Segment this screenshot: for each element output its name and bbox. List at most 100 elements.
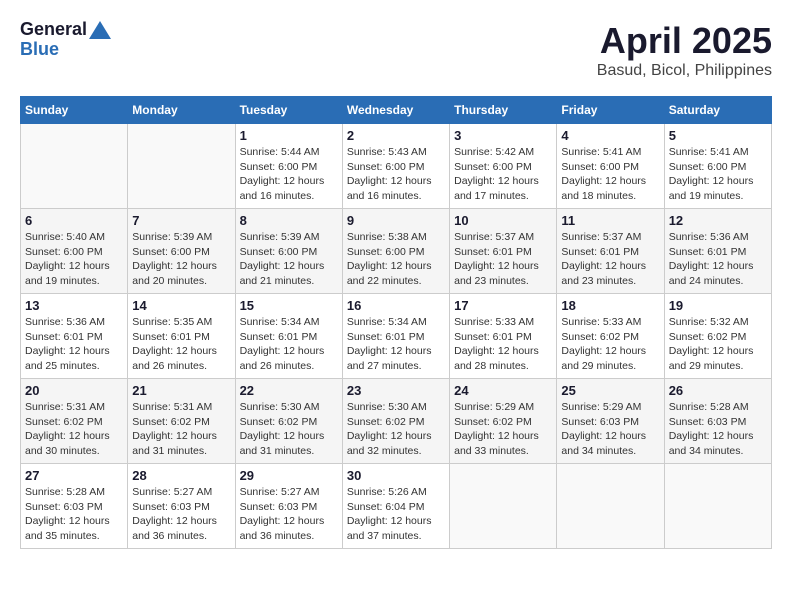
day-number: 12 <box>669 213 767 228</box>
day-info: Sunrise: 5:36 AMSunset: 6:01 PMDaylight:… <box>669 230 767 289</box>
title-section: April 2025 Basud, Bicol, Philippines <box>597 20 772 80</box>
calendar-cell: 25 Sunrise: 5:29 AMSunset: 6:03 PMDayligh… <box>557 379 664 464</box>
calendar-cell: 1 Sunrise: 5:44 AMSunset: 6:00 PMDaylight… <box>235 124 342 209</box>
page-header: General Blue April 2025 Basud, Bicol, Ph… <box>20 20 772 80</box>
calendar-cell: 21 Sunrise: 5:31 AMSunset: 6:02 PMDayligh… <box>128 379 235 464</box>
day-info: Sunrise: 5:36 AMSunset: 6:01 PMDaylight:… <box>25 315 123 374</box>
calendar-cell: 8 Sunrise: 5:39 AMSunset: 6:00 PMDaylight… <box>235 209 342 294</box>
day-number: 23 <box>347 383 445 398</box>
calendar-cell <box>664 464 771 549</box>
weekday-header-saturday: Saturday <box>664 97 771 124</box>
weekday-header-tuesday: Tuesday <box>235 97 342 124</box>
calendar-cell: 12 Sunrise: 5:36 AMSunset: 6:01 PMDayligh… <box>664 209 771 294</box>
day-number: 17 <box>454 298 552 313</box>
day-info: Sunrise: 5:27 AMSunset: 6:03 PMDaylight:… <box>240 485 338 544</box>
logo-general-text: General <box>20 20 87 40</box>
day-info: Sunrise: 5:40 AMSunset: 6:00 PMDaylight:… <box>25 230 123 289</box>
day-number: 16 <box>347 298 445 313</box>
calendar-cell: 5Sunrise: 5:41 AMSunset: 6:00 PMDaylight… <box>664 124 771 209</box>
day-number: 26 <box>669 383 767 398</box>
weekday-header-monday: Monday <box>128 97 235 124</box>
day-number: 1 <box>240 128 338 143</box>
calendar-cell: 6 Sunrise: 5:40 AMSunset: 6:00 PMDaylight… <box>21 209 128 294</box>
week-row-4: 20 Sunrise: 5:31 AMSunset: 6:02 PMDayligh… <box>21 379 772 464</box>
logo-blue-text: Blue <box>20 40 111 60</box>
day-info: Sunrise: 5:41 AMSunset: 6:00 PMDaylight:… <box>669 145 767 204</box>
calendar-cell: 17 Sunrise: 5:33 AMSunset: 6:01 PMDayligh… <box>450 294 557 379</box>
weekday-header-thursday: Thursday <box>450 97 557 124</box>
day-info: Sunrise: 5:39 AMSunset: 6:00 PMDaylight:… <box>240 230 338 289</box>
calendar-cell: 9 Sunrise: 5:38 AMSunset: 6:00 PMDaylight… <box>342 209 449 294</box>
day-info: Sunrise: 5:30 AMSunset: 6:02 PMDaylight:… <box>347 400 445 459</box>
calendar-cell: 16 Sunrise: 5:34 AMSunset: 6:01 PMDayligh… <box>342 294 449 379</box>
day-number: 14 <box>132 298 230 313</box>
day-info: Sunrise: 5:38 AMSunset: 6:00 PMDaylight:… <box>347 230 445 289</box>
calendar-cell: 3 Sunrise: 5:42 AMSunset: 6:00 PMDaylight… <box>450 124 557 209</box>
calendar-cell <box>128 124 235 209</box>
calendar-cell: 14 Sunrise: 5:35 AMSunset: 6:01 PMDayligh… <box>128 294 235 379</box>
day-info: Sunrise: 5:34 AMSunset: 6:01 PMDaylight:… <box>347 315 445 374</box>
day-number: 30 <box>347 468 445 483</box>
day-info: Sunrise: 5:41 AMSunset: 6:00 PMDaylight:… <box>561 145 659 204</box>
calendar-cell: 2Sunrise: 5:43 AMSunset: 6:00 PMDaylight… <box>342 124 449 209</box>
day-number: 8 <box>240 213 338 228</box>
calendar-table: SundayMondayTuesdayWednesdayThursdayFrid… <box>20 96 772 549</box>
day-number: 19 <box>669 298 767 313</box>
day-number: 20 <box>25 383 123 398</box>
day-number: 2 <box>347 128 445 143</box>
day-number: 9 <box>347 213 445 228</box>
calendar-cell <box>21 124 128 209</box>
day-number: 27 <box>25 468 123 483</box>
calendar-cell <box>450 464 557 549</box>
weekday-header-row: SundayMondayTuesdayWednesdayThursdayFrid… <box>21 97 772 124</box>
weekday-header-friday: Friday <box>557 97 664 124</box>
weekday-header-sunday: Sunday <box>21 97 128 124</box>
day-number: 7 <box>132 213 230 228</box>
day-number: 6 <box>25 213 123 228</box>
day-number: 22 <box>240 383 338 398</box>
day-info: Sunrise: 5:44 AMSunset: 6:00 PMDaylight:… <box>240 145 338 204</box>
week-row-1: 1 Sunrise: 5:44 AMSunset: 6:00 PMDaylight… <box>21 124 772 209</box>
calendar-cell: 7 Sunrise: 5:39 AMSunset: 6:00 PMDaylight… <box>128 209 235 294</box>
day-info: Sunrise: 5:28 AMSunset: 6:03 PMDaylight:… <box>669 400 767 459</box>
calendar-cell: 27 Sunrise: 5:28 AMSunset: 6:03 PMDayligh… <box>21 464 128 549</box>
day-number: 28 <box>132 468 230 483</box>
calendar-cell: 18 Sunrise: 5:33 AMSunset: 6:02 PMDayligh… <box>557 294 664 379</box>
day-info: Sunrise: 5:37 AMSunset: 6:01 PMDaylight:… <box>454 230 552 289</box>
day-info: Sunrise: 5:32 AMSunset: 6:02 PMDaylight:… <box>669 315 767 374</box>
calendar-cell: 11 Sunrise: 5:37 AMSunset: 6:01 PMDayligh… <box>557 209 664 294</box>
day-info: Sunrise: 5:26 AMSunset: 6:04 PMDaylight:… <box>347 485 445 544</box>
day-info: Sunrise: 5:33 AMSunset: 6:02 PMDaylight:… <box>561 315 659 374</box>
calendar-cell: 22 Sunrise: 5:30 AMSunset: 6:02 PMDayligh… <box>235 379 342 464</box>
day-number: 15 <box>240 298 338 313</box>
calendar-cell: 13 Sunrise: 5:36 AMSunset: 6:01 PMDayligh… <box>21 294 128 379</box>
day-number: 24 <box>454 383 552 398</box>
calendar-cell: 19 Sunrise: 5:32 AMSunset: 6:02 PMDayligh… <box>664 294 771 379</box>
day-info: Sunrise: 5:31 AMSunset: 6:02 PMDaylight:… <box>132 400 230 459</box>
calendar-cell: 23 Sunrise: 5:30 AMSunset: 6:02 PMDayligh… <box>342 379 449 464</box>
day-number: 25 <box>561 383 659 398</box>
day-number: 3 <box>454 128 552 143</box>
location-title: Basud, Bicol, Philippines <box>597 62 772 80</box>
day-number: 21 <box>132 383 230 398</box>
weekday-header-wednesday: Wednesday <box>342 97 449 124</box>
week-row-2: 6 Sunrise: 5:40 AMSunset: 6:00 PMDaylight… <box>21 209 772 294</box>
calendar-cell: 28 Sunrise: 5:27 AMSunset: 6:03 PMDayligh… <box>128 464 235 549</box>
day-number: 13 <box>25 298 123 313</box>
day-info: Sunrise: 5:33 AMSunset: 6:01 PMDaylight:… <box>454 315 552 374</box>
calendar-cell: 26 Sunrise: 5:28 AMSunset: 6:03 PMDayligh… <box>664 379 771 464</box>
logo-icon <box>89 21 111 39</box>
day-info: Sunrise: 5:35 AMSunset: 6:01 PMDaylight:… <box>132 315 230 374</box>
day-info: Sunrise: 5:28 AMSunset: 6:03 PMDaylight:… <box>25 485 123 544</box>
day-info: Sunrise: 5:39 AMSunset: 6:00 PMDaylight:… <box>132 230 230 289</box>
day-number: 10 <box>454 213 552 228</box>
day-info: Sunrise: 5:42 AMSunset: 6:00 PMDaylight:… <box>454 145 552 204</box>
day-info: Sunrise: 5:29 AMSunset: 6:03 PMDaylight:… <box>561 400 659 459</box>
calendar-cell: 30 Sunrise: 5:26 AMSunset: 6:04 PMDayligh… <box>342 464 449 549</box>
calendar-cell: 20Sunrise: 5:31 AMSunset: 6:02 PMDayligh… <box>21 379 128 464</box>
day-info: Sunrise: 5:27 AMSunset: 6:03 PMDaylight:… <box>132 485 230 544</box>
day-info: Sunrise: 5:37 AMSunset: 6:01 PMDaylight:… <box>561 230 659 289</box>
day-info: Sunrise: 5:30 AMSunset: 6:02 PMDaylight:… <box>240 400 338 459</box>
day-number: 18 <box>561 298 659 313</box>
day-number: 11 <box>561 213 659 228</box>
